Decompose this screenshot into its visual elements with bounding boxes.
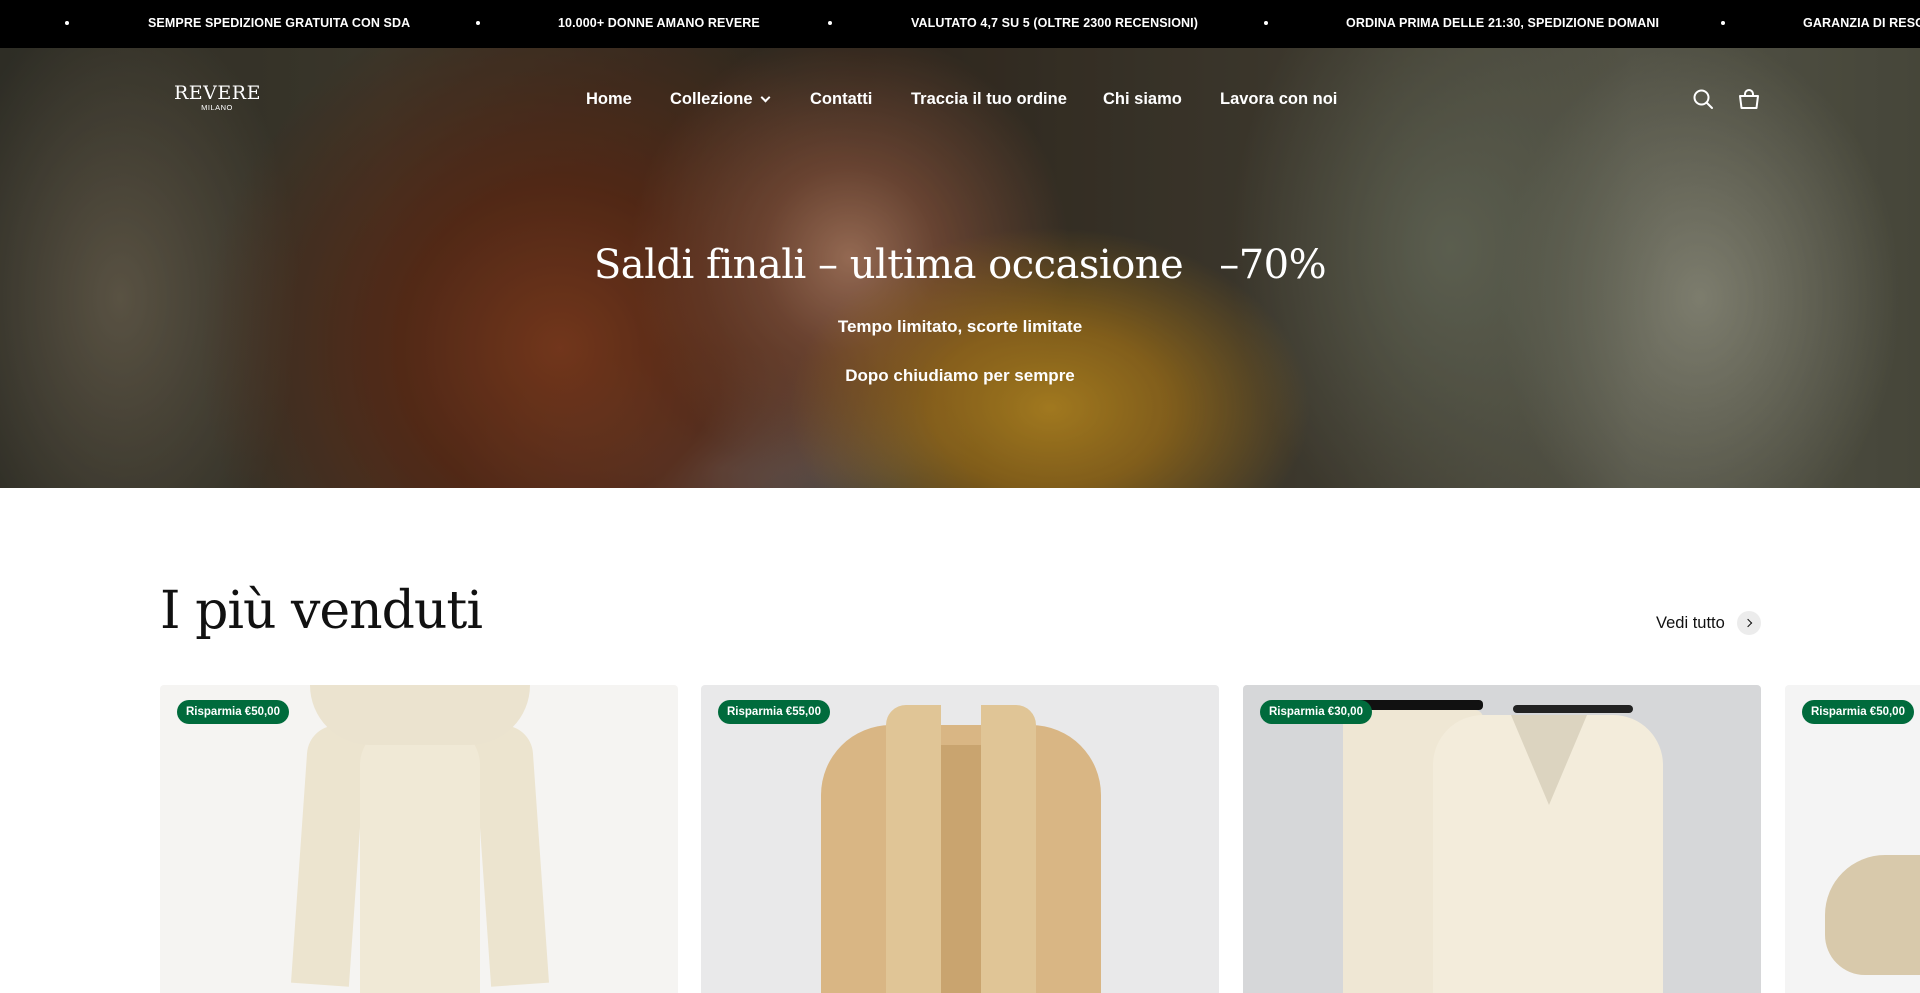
product-image-part (1511, 715, 1587, 805)
product-card[interactable]: Risparmia €50,00 (1785, 685, 1920, 993)
announcement-item: GARANZIA DI RESO (1803, 16, 1920, 30)
nav-traccia-ordine[interactable]: Traccia il tuo ordine (911, 88, 1067, 110)
separator-dot (65, 21, 69, 25)
chevron-right-icon (1736, 611, 1761, 635)
announcement-item: VALUTATO 4,7 SU 5 (OLTRE 2300 RECENSIONI… (911, 16, 1199, 30)
nav-collezione-label: Collezione (670, 90, 753, 108)
announcement-item: ORDINA PRIMA DELLE 21:30, SPEDIZIONE DOM… (1346, 16, 1660, 30)
discount-badge: Risparmia €55,00 (718, 700, 830, 724)
product-image-part (1513, 705, 1633, 713)
product-image-part (310, 685, 530, 745)
nav-lavora-con-noi[interactable]: Lavora con noi (1220, 88, 1337, 110)
hero-title-text: Saldi finali – ultima occasione (593, 242, 1184, 288)
discount-badge: Risparmia €50,00 (1802, 700, 1914, 724)
discount-badge: Risparmia €50,00 (177, 700, 289, 724)
hero-title: Saldi finali – ultima occasione –70% (0, 240, 1920, 290)
cart-icon[interactable] (1736, 86, 1762, 112)
separator-dot (476, 21, 480, 25)
product-card[interactable]: Risparmia €55,00 (701, 685, 1219, 993)
search-icon[interactable] (1690, 86, 1716, 112)
product-image-part (473, 723, 549, 987)
separator-dot (1721, 21, 1725, 25)
product-image-part (981, 705, 1036, 993)
logo[interactable]: REVERE MILANO (174, 83, 260, 113)
announcement-item: SEMPRE SPEDIZIONE GRATUITA CON SDA (148, 16, 411, 30)
hero-discount: –70% (1219, 242, 1327, 288)
logo-brand: REVERE (174, 82, 261, 104)
hero-subtagline: Dopo chiudiamo per sempre (845, 366, 1075, 385)
separator-dot (828, 21, 832, 25)
product-image-part (360, 725, 480, 993)
separator-dot (1264, 21, 1268, 25)
hero-tagline: Tempo limitato, scorte limitate (837, 317, 1083, 336)
discount-badge: Risparmia €30,00 (1260, 700, 1372, 724)
product-image-part (1825, 855, 1920, 975)
product-image-part (886, 705, 941, 993)
product-card[interactable]: Risparmia €50,00 (160, 685, 678, 993)
product-card[interactable]: Risparmia €30,00 (1243, 685, 1761, 993)
chevron-down-icon (760, 92, 770, 103)
site-header: REVERE MILANO Home Collezione Contatti T… (0, 48, 1920, 148)
view-all-link[interactable]: Vedi tutto (1656, 611, 1761, 635)
announcement-item: 10.000+ DONNE AMANO REVERE (558, 16, 760, 30)
logo-subtitle: MILANO (201, 103, 233, 112)
product-image-part (941, 745, 981, 993)
announcement-bar: SEMPRE SPEDIZIONE GRATUITA CON SDA 10.00… (0, 0, 1920, 48)
nav-chi-siamo[interactable]: Chi siamo (1103, 88, 1182, 110)
section-title: I più venduti (160, 581, 483, 641)
nav-collezione[interactable]: Collezione (670, 88, 770, 110)
view-all-label: Vedi tutto (1656, 614, 1725, 632)
nav-home[interactable]: Home (586, 88, 632, 110)
product-image-part (291, 723, 367, 987)
nav-contatti[interactable]: Contatti (810, 88, 872, 110)
